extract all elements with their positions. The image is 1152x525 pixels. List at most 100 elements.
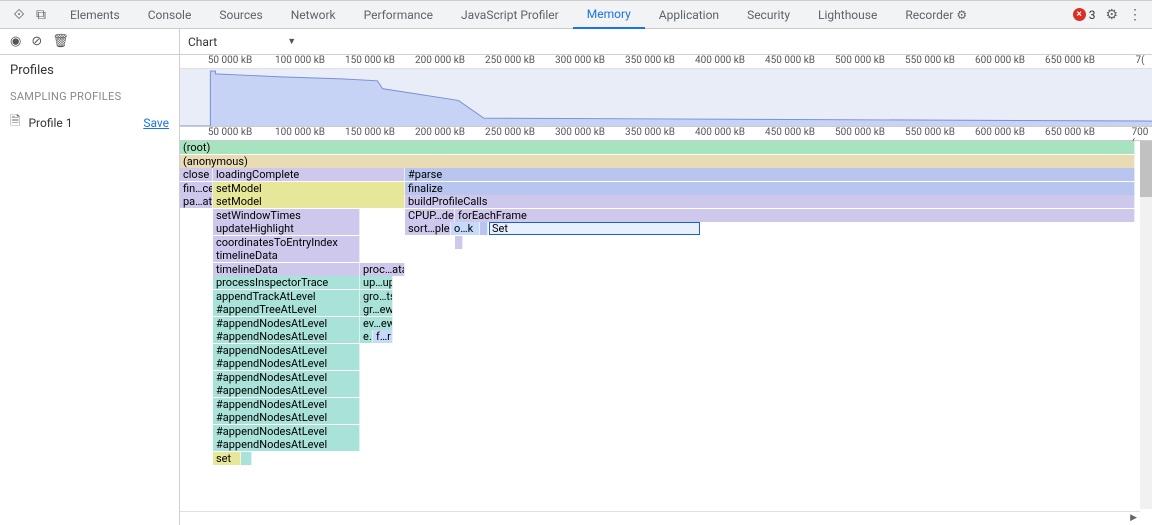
flame-node[interactable]: sort…ples — [405, 222, 451, 235]
memory-toolbar: ◉ ⊘ 🗑 Chart ▼ — [0, 29, 1152, 55]
flame-node[interactable]: setModel — [213, 195, 405, 208]
ruler-tick: 350 000 kB — [625, 127, 675, 138]
ruler-tick: 400 000 kB — [695, 55, 745, 66]
flame-node[interactable] — [241, 452, 252, 465]
devtools-tabbar: ⟐ ⧉ ElementsConsoleSourcesNetworkPerform… — [0, 1, 1152, 29]
ruler-tick: 550 000 kB — [905, 127, 955, 138]
flame-node[interactable]: (root) — [180, 141, 1135, 154]
flame-node[interactable]: #appendNodesAtLevel — [213, 344, 360, 357]
chart-area: 50 000 kB100 000 kB150 000 kB200 000 kB2… — [180, 55, 1152, 525]
flame-node[interactable]: o…k — [451, 222, 480, 235]
flame-node[interactable]: #appendNodesAtLevel — [213, 371, 360, 384]
flame-node[interactable]: f…r — [373, 330, 393, 343]
ruler-bottom[interactable]: 50 000 kB100 000 kB150 000 kB200 000 kB2… — [180, 127, 1152, 141]
tab-console[interactable]: Console — [134, 1, 206, 29]
ruler-tick: 450 000 kB — [765, 55, 815, 66]
tab-lighthouse[interactable]: Lighthouse — [804, 1, 891, 29]
ruler-tick: 500 000 kB — [835, 55, 885, 66]
flame-node[interactable]: updateHighlight — [213, 222, 360, 235]
scroll-right-icon[interactable]: ▶ — [1127, 512, 1140, 524]
flame-node[interactable]: pa…at — [180, 195, 213, 208]
ruler-top[interactable]: 50 000 kB100 000 kB150 000 kB200 000 kB2… — [180, 55, 1152, 69]
ruler-tick: 7( — [1135, 55, 1144, 66]
flame-node[interactable] — [480, 222, 488, 235]
view-select[interactable]: Chart ▼ — [188, 35, 296, 49]
ruler-tick: 350 000 kB — [625, 55, 675, 66]
flame-node[interactable]: timelineData — [213, 249, 360, 262]
ruler-tick: 250 000 kB — [485, 127, 535, 138]
flame-node[interactable]: finalize — [405, 182, 1135, 195]
flame-node[interactable]: #appendNodesAtLevel — [213, 425, 360, 438]
flame-node[interactable] — [455, 236, 463, 249]
ruler-tick: 100 000 kB — [275, 127, 325, 138]
chevron-down-icon: ▼ — [287, 36, 296, 47]
flame-node[interactable]: #appendTreeAtLevel — [213, 303, 360, 316]
flame-node[interactable]: #appendNodesAtLevel — [213, 357, 360, 370]
ruler-tick: 100 000 kB — [275, 55, 325, 66]
inspect-icon[interactable]: ⟐ — [10, 7, 28, 23]
flame-chart[interactable]: (root)(anonymous)closeloadingComplete#pa… — [180, 141, 1152, 465]
flame-node[interactable]: appendTrackAtLevel — [213, 290, 360, 303]
flame-node[interactable]: timelineData — [213, 263, 360, 276]
scrollbar-vertical[interactable] — [1140, 141, 1152, 509]
flame-node[interactable]: (anonymous) — [180, 155, 1135, 168]
flame-node[interactable]: #appendNodesAtLevel — [213, 384, 360, 397]
flame-node[interactable]: gr…ew — [360, 303, 393, 316]
flame-node[interactable]: set — [213, 452, 241, 465]
flame-node[interactable]: proc…ata — [360, 263, 405, 276]
flame-node[interactable]: setModel — [213, 182, 405, 195]
flame-node[interactable]: #appendNodesAtLevel — [213, 398, 360, 411]
tab-memory[interactable]: Memory — [573, 1, 645, 29]
flame-node[interactable]: setWindowTimes — [213, 209, 360, 222]
clear-button[interactable]: ⊘ — [31, 34, 42, 49]
tab-elements[interactable]: Elements — [56, 1, 134, 29]
profile-item[interactable]: 🗎 Profile 1 Save — [0, 107, 179, 139]
flame-node[interactable]: buildProfileCalls — [405, 195, 1135, 208]
file-icon: 🗎 — [10, 112, 20, 134]
profiles-section: SAMPLING PROFILES — [0, 82, 179, 107]
flame-node[interactable]: #appendNodesAtLevel — [213, 411, 360, 424]
tab-javascript-profiler[interactable]: JavaScript Profiler — [447, 1, 573, 29]
tab-recorder-[interactable]: Recorder ⚙ — [891, 1, 981, 29]
flame-node[interactable]: CPUP…del — [405, 209, 455, 222]
ruler-tick: 650 000 kB — [1045, 127, 1095, 138]
flame-node[interactable]: #appendNodesAtLevel — [213, 330, 360, 343]
flame-node[interactable]: #appendNodesAtLevel — [213, 317, 360, 330]
record-button[interactable]: ◉ — [10, 34, 21, 49]
flame-node[interactable]: loadingComplete — [213, 168, 405, 181]
save-link[interactable]: Save — [143, 116, 169, 130]
delete-button[interactable]: 🗑 — [52, 34, 69, 49]
tab-performance[interactable]: Performance — [350, 1, 447, 29]
flame-node[interactable]: coordinatesToEntryIndex — [213, 236, 360, 249]
more-icon[interactable]: ⋮ — [1128, 7, 1142, 23]
tab-network[interactable]: Network — [277, 1, 350, 29]
flame-node[interactable]: forEachFrame — [455, 209, 1135, 222]
flame-node[interactable]: fin…ce — [180, 182, 213, 195]
flame-node[interactable]: close — [180, 168, 213, 181]
ruler-tick: 200 000 kB — [415, 55, 465, 66]
ruler-tick: 650 000 kB — [1045, 55, 1095, 66]
profiles-sidebar: Profiles SAMPLING PROFILES 🗎 Profile 1 S… — [0, 55, 180, 525]
ruler-tick: 450 000 kB — [765, 127, 815, 138]
flame-node[interactable]: e… — [360, 330, 373, 343]
ruler-tick: 150 000 kB — [345, 55, 395, 66]
tab-sources[interactable]: Sources — [205, 1, 276, 29]
flame-node[interactable]: processInspectorTrace — [213, 276, 360, 289]
tab-application[interactable]: Application — [645, 1, 733, 29]
flame-node[interactable]: up…up — [360, 276, 393, 289]
settings-icon[interactable]: ⚙ — [1105, 7, 1118, 23]
flame-node[interactable]: ev…ew — [360, 317, 393, 330]
overview-chart[interactable] — [180, 69, 1152, 127]
error-badge[interactable]: × 3 — [1073, 8, 1096, 22]
ruler-tick: 250 000 kB — [485, 55, 535, 66]
device-toggle-icon[interactable]: ⧉ — [32, 7, 50, 23]
tab-security[interactable]: Security — [733, 1, 804, 29]
ruler-tick: 400 000 kB — [695, 127, 745, 138]
flame-node[interactable]: gro…ts — [360, 290, 393, 303]
flame-node[interactable]: #parse — [405, 168, 1135, 181]
flame-node[interactable]: #appendNodesAtLevel — [213, 438, 360, 451]
ruler-tick: 200 000 kB — [415, 127, 465, 138]
scrollbar-horizontal[interactable]: ▶ — [180, 511, 1140, 525]
flame-node[interactable]: Set — [489, 222, 700, 235]
view-select-value: Chart — [188, 35, 217, 49]
